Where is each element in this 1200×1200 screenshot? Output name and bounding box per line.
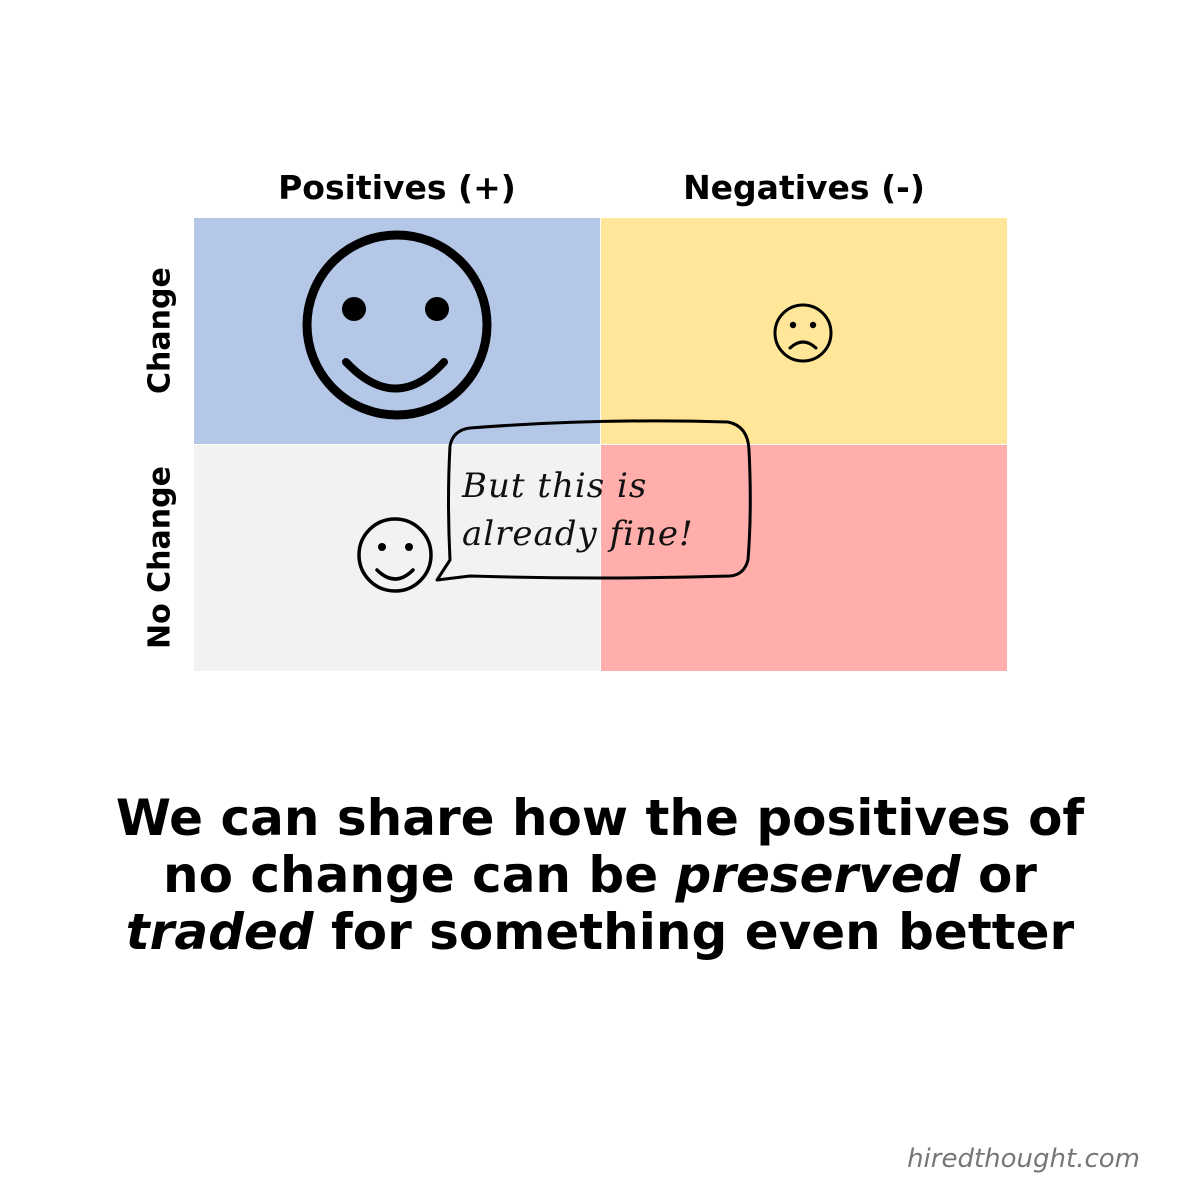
- speech-bubble-line-1: But this is: [462, 466, 648, 506]
- column-header-positives: Positives (+): [278, 168, 516, 207]
- speech-bubble-text: But this is already fine!: [462, 462, 732, 558]
- row-header-change: Change: [142, 267, 178, 395]
- quadrant-positive-change: [194, 218, 600, 444]
- site-credit: hiredthought.com: [907, 1144, 1140, 1174]
- speech-bubble-line-2: already fine!: [462, 514, 694, 554]
- caption-emphasis-traded: traded: [125, 903, 314, 961]
- caption-part-2: or: [960, 846, 1037, 904]
- column-header-negatives: Negatives (-): [683, 168, 925, 207]
- quadrant-negative-change: [601, 218, 1007, 444]
- caption-emphasis-preserved: preserved: [675, 846, 961, 904]
- caption-part-3: for something even better: [313, 903, 1075, 961]
- caption: We can share how the positives of no cha…: [100, 790, 1100, 961]
- row-header-no-change: No Change: [142, 466, 178, 650]
